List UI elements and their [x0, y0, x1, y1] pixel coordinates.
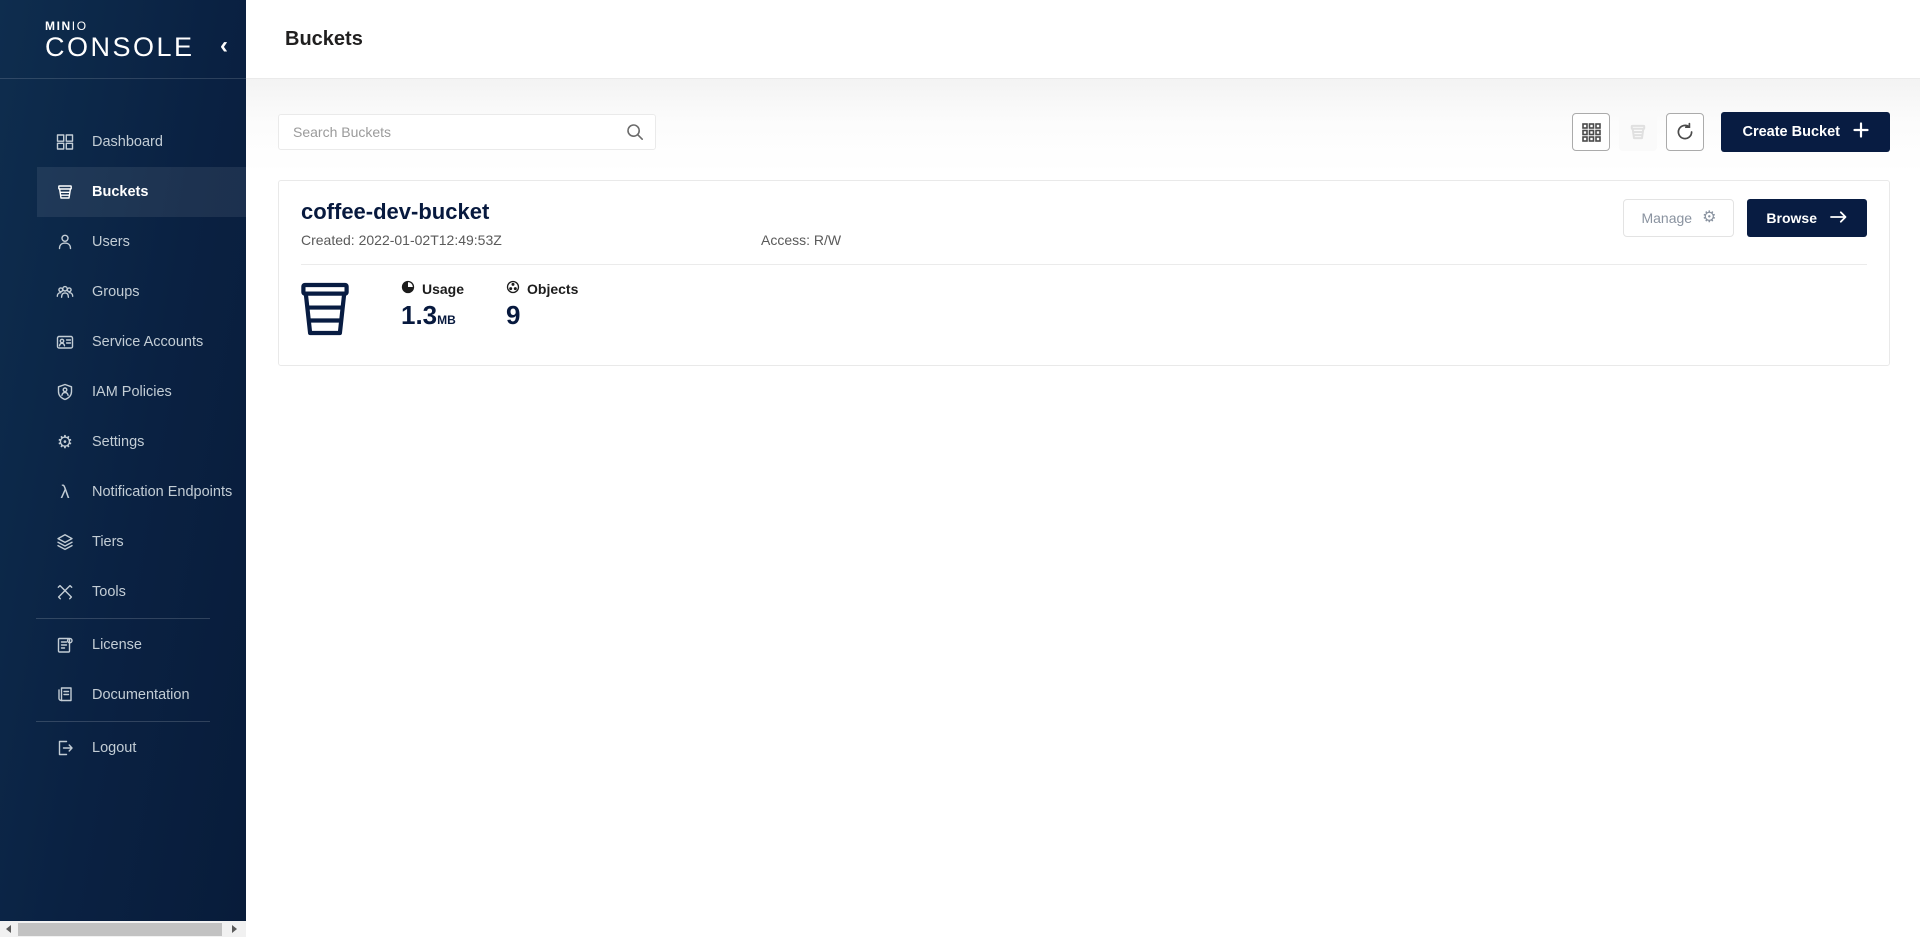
sidebar-item-label: Logout — [92, 740, 136, 756]
sidebar-item-tiers[interactable]: Tiers — [37, 517, 246, 567]
sidebar-item-label: Buckets — [92, 184, 148, 200]
buckets-toolbar: Create Bucket — [278, 112, 1890, 152]
settings-icon: ⚙ — [55, 432, 75, 452]
bucket-info: coffee-dev-bucket Created: 2022-01-02T12… — [301, 199, 841, 248]
sidebar-item-label: Service Accounts — [92, 334, 203, 350]
service-accounts-icon — [55, 332, 75, 352]
bucket-card-header: coffee-dev-bucket Created: 2022-01-02T12… — [301, 199, 1867, 248]
dashboard-icon — [55, 132, 75, 152]
grid-view-button[interactable] — [1572, 113, 1610, 151]
nav-divider — [36, 721, 210, 722]
sidebar-item-groups[interactable]: Groups — [37, 267, 246, 317]
scroll-left-arrow[interactable] — [0, 921, 16, 937]
brand-product: CONSOLE — [45, 32, 232, 62]
scrollbar-thumb[interactable] — [18, 923, 222, 936]
usage-number: 1.3 — [401, 300, 437, 330]
arrow-right-icon — [1830, 210, 1848, 226]
usage-unit: MB — [437, 313, 456, 327]
sidebar-item-logout[interactable]: Logout — [37, 723, 246, 773]
browse-button[interactable]: Browse — [1747, 199, 1867, 237]
sidebar-item-label: Notification Endpoints — [92, 484, 232, 500]
sidebar-item-label: Tools — [92, 584, 126, 600]
nav-divider — [36, 618, 210, 619]
brand-logo: MINIO CONSOLE ‹ — [0, 0, 246, 79]
sidebar-item-label: Settings — [92, 434, 144, 450]
sidebar-item-label: License — [92, 637, 142, 653]
bucket-icon — [301, 282, 349, 341]
sidebar-item-label: Users — [92, 234, 130, 250]
sidebar-horizontal-scrollbar[interactable] — [0, 921, 246, 937]
create-bucket-label: Create Bucket — [1742, 124, 1840, 140]
objects-metric: Objects 9 — [506, 280, 578, 331]
sidebar-item-label: Groups — [92, 284, 140, 300]
usage-pie-icon — [401, 280, 415, 297]
sidebar-item-service-accounts[interactable]: Service Accounts — [37, 317, 246, 367]
toolbar-right: Create Bucket — [1572, 112, 1890, 152]
gear-icon: ⚙ — [1702, 210, 1716, 226]
sidebar-collapse-button[interactable]: ‹ — [220, 34, 228, 58]
page-title: Buckets — [285, 28, 363, 51]
manage-button[interactable]: Manage ⚙ — [1623, 199, 1734, 237]
usage-metric: Usage 1.3MB — [401, 280, 464, 331]
sidebar-item-iam-policies[interactable]: IAM Policies — [37, 367, 246, 417]
usage-label: Usage — [422, 281, 464, 297]
iam-policies-icon — [55, 382, 75, 402]
plus-icon — [1853, 122, 1869, 142]
browse-label: Browse — [1766, 210, 1817, 226]
objects-label: Objects — [527, 281, 578, 297]
create-bucket-button[interactable]: Create Bucket — [1721, 112, 1890, 152]
search-icon — [626, 123, 644, 146]
content-area: Create Bucket coffee-dev-bucket Created:… — [246, 79, 1920, 937]
sidebar-item-label: Tiers — [92, 534, 124, 550]
brand-name: MINIO — [45, 20, 232, 32]
sidebar-item-license[interactable]: License — [37, 620, 246, 670]
sidebar-item-tools[interactable]: Tools — [37, 567, 246, 617]
sidebar-item-label: Documentation — [92, 687, 190, 703]
sidebar-item-label: IAM Policies — [92, 384, 172, 400]
page-header: Buckets — [246, 0, 1920, 79]
search-input[interactable] — [278, 114, 656, 150]
sidebar-nav: Dashboard Buckets Users Groups Service A — [0, 117, 246, 773]
notification-endpoints-icon: λ — [55, 482, 75, 502]
bucket-name[interactable]: coffee-dev-bucket — [301, 199, 841, 225]
bucket-actions: Manage ⚙ Browse — [1623, 199, 1867, 237]
bucket-access: Access: R/W — [761, 232, 841, 248]
usage-value: 1.3MB — [401, 300, 464, 331]
bucket-metrics: Usage 1.3MB Objects 9 — [301, 265, 1867, 341]
logout-icon — [55, 738, 75, 758]
refresh-button[interactable] — [1666, 113, 1704, 151]
sidebar-item-label: Dashboard — [92, 134, 163, 150]
objects-circle-icon — [506, 280, 520, 297]
buckets-icon — [55, 182, 75, 202]
brand-name-light: IO — [72, 19, 88, 33]
scroll-right-arrow[interactable] — [226, 921, 242, 937]
license-icon — [55, 635, 75, 655]
bucket-card: coffee-dev-bucket Created: 2022-01-02T12… — [278, 180, 1890, 366]
objects-value: 9 — [506, 300, 578, 331]
sidebar-item-notification-endpoints[interactable]: λ Notification Endpoints — [37, 467, 246, 517]
sidebar-item-settings[interactable]: ⚙ Settings — [37, 417, 246, 467]
tiers-icon — [55, 532, 75, 552]
search-box — [278, 114, 656, 150]
list-view-button — [1619, 113, 1657, 151]
documentation-icon — [55, 685, 75, 705]
usage-label-row: Usage — [401, 280, 464, 297]
manage-label: Manage — [1641, 210, 1692, 226]
bucket-created: Created: 2022-01-02T12:49:53Z — [301, 232, 761, 248]
tools-icon — [55, 582, 75, 602]
brand-name-bold: MIN — [45, 19, 72, 33]
sidebar-item-users[interactable]: Users — [37, 217, 246, 267]
objects-label-row: Objects — [506, 280, 578, 297]
sidebar-item-buckets[interactable]: Buckets — [37, 167, 246, 217]
bucket-meta: Created: 2022-01-02T12:49:53Z Access: R/… — [301, 232, 841, 248]
main-area: Buckets Create Bucket — [246, 0, 1920, 937]
sidebar-item-dashboard[interactable]: Dashboard — [37, 117, 246, 167]
sidebar: MINIO CONSOLE ‹ Dashboard Buckets Users — [0, 0, 246, 937]
groups-icon — [55, 282, 75, 302]
users-icon — [55, 232, 75, 252]
sidebar-item-documentation[interactable]: Documentation — [37, 670, 246, 720]
